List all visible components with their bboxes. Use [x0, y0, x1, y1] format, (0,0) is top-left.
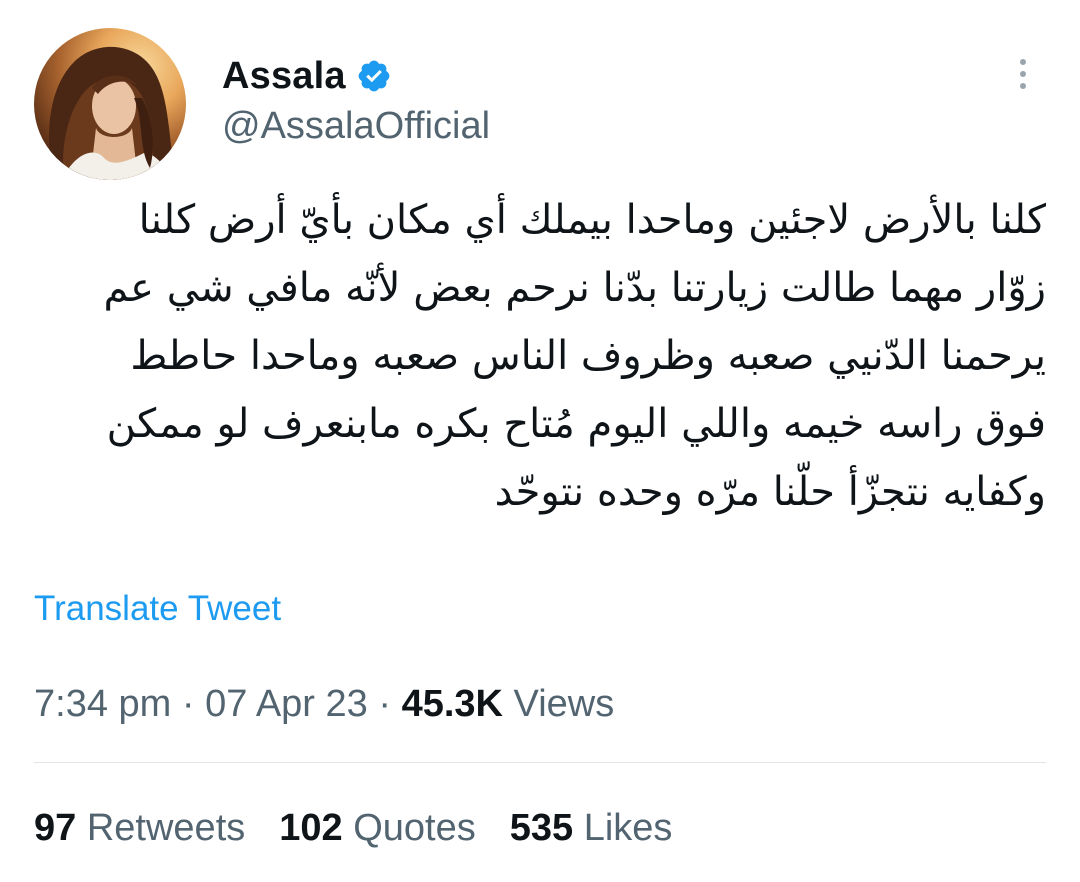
divider	[34, 762, 1046, 763]
views-label: Views	[513, 683, 615, 725]
tweet-text-line: زوّار مهما طالت زيارتنا بدّنا نرحم بعض ل…	[103, 265, 1046, 311]
more-options-dot	[1020, 71, 1026, 77]
quotes-count: 102	[279, 807, 343, 849]
likes-count: 535	[509, 807, 574, 849]
more-options-dot	[1020, 59, 1026, 65]
tweet-text-line: يرحمنا الدّنيي صعبه وظروف الناس صعبه وما…	[130, 333, 1046, 379]
tweet-text: كلنا بالأرض لاجئين وماحدا بيملك أي مكان …	[34, 186, 1046, 526]
tweet-text-line: كلنا بالأرض لاجئين وماحدا بيملك أي مكان …	[138, 197, 1046, 243]
meta-separator: ·	[181, 683, 195, 725]
engagement-stats: 97 Retweets 102 Quotes 535 Likes	[34, 804, 672, 852]
tweet-meta: 7:34 pm · 07 Apr 23 · 45.3K Views	[34, 680, 614, 728]
quotes-stat[interactable]: 102 Quotes	[279, 804, 476, 852]
avatar-portrait-image	[48, 46, 176, 180]
author-handle[interactable]: @AssalaOfficial	[222, 102, 490, 150]
tweet-text-line: فوق راسه خيمه واللي اليوم مُتاح بكره ماب…	[106, 401, 1046, 447]
more-options-icon[interactable]	[1004, 52, 1042, 96]
meta-separator: ·	[378, 683, 391, 725]
author-name-row: Assala	[222, 52, 392, 100]
tweet-date[interactable]: 07 Apr 23	[205, 683, 368, 725]
tweet-time[interactable]: 7:34 pm	[34, 683, 171, 725]
more-options-dot	[1020, 83, 1026, 89]
quotes-label: Quotes	[353, 807, 476, 849]
author-name[interactable]: Assala	[222, 55, 346, 98]
retweets-label: Retweets	[86, 807, 246, 849]
retweets-count: 97	[34, 807, 77, 849]
tweet-text-line: وكفايه نتجزّأ حلّنا مرّه وحده نتوحّد	[494, 469, 1046, 515]
likes-stat[interactable]: 535 Likes	[510, 804, 673, 852]
likes-label: Likes	[583, 807, 673, 849]
retweets-stat[interactable]: 97 Retweets	[34, 804, 245, 852]
translate-tweet-link[interactable]: Translate Tweet	[34, 586, 281, 632]
verified-badge-icon[interactable]	[356, 58, 392, 94]
avatar[interactable]	[34, 28, 186, 180]
views-count: 45.3K	[401, 683, 503, 725]
tweet-detail: Assala @AssalaOfficial كلنا بالأرض لاجئي…	[0, 0, 1080, 882]
